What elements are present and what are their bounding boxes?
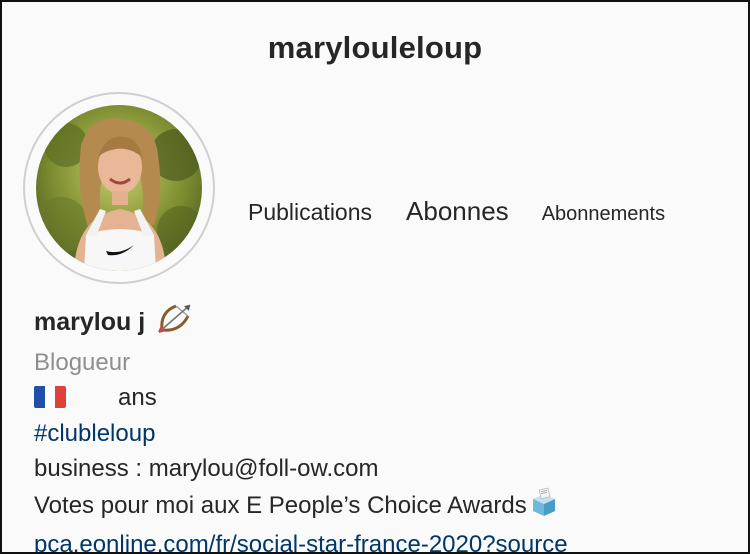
profile-stats: Publications Abonnes Abonnements [248,196,665,227]
publications-stat[interactable]: Publications [248,199,372,226]
age-row: ans [34,380,738,416]
avatar-ring[interactable] [23,92,215,284]
profile-bio: marylou j Blogueur ans #clubleloup busin… [34,302,738,552]
following-stat[interactable]: Abonnements [542,203,665,226]
profile-username-title: maryloule​loup [267,30,483,65]
profile-screen: maryloule​loup [0,0,750,554]
ballot-box-icon [529,487,559,528]
votes-text: Votes pour moi aux E People’s Choice Awa… [34,491,527,519]
website-link[interactable]: pca.eonline.com/fr/social-star-france-20… [34,527,738,552]
hashtag-link[interactable]: #clubleloup [34,416,738,452]
bow-and-arrow-icon [156,302,194,345]
category-label: Blogueur [34,348,131,376]
france-flag-icon [34,386,66,408]
avatar[interactable] [36,105,202,271]
display-name-row: marylou j [34,302,738,345]
display-name: marylou j [34,308,146,336]
votes-row: Votes pour moi aux E People’s Choice Awa… [34,487,738,528]
age-text: ans [118,384,157,411]
followers-stat[interactable]: Abonnes [406,196,509,227]
business-contact: business : marylou@foll-ow.com [34,455,379,482]
